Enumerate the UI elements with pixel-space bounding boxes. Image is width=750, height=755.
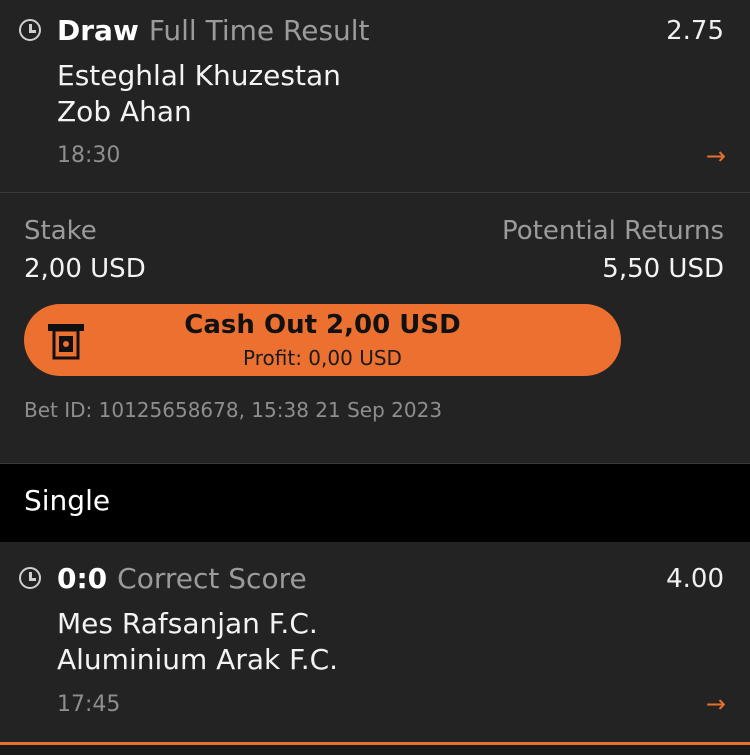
- market-name: Correct Score: [117, 562, 307, 595]
- selection-name: Draw: [57, 14, 139, 47]
- away-team: Zob Ahan: [57, 95, 192, 128]
- odds-value: 2.75: [666, 16, 724, 46]
- odds-value: 4.00: [666, 564, 724, 594]
- bet-card-2[interactable]: 0:0 Correct Score 4.00 Mes Rafsanjan F.C.…: [0, 542, 750, 745]
- home-team: Mes Rafsanjan F.C.: [57, 607, 318, 640]
- profit-label: Profit: 0,00 USD: [243, 346, 402, 370]
- selection-name: 0:0: [57, 562, 108, 595]
- home-team: Esteghlal Khuzestan: [57, 59, 341, 92]
- stake-value: 2,00 USD: [24, 254, 146, 284]
- clock-icon: [19, 19, 41, 41]
- market-name: Full Time Result: [148, 14, 370, 47]
- section-title: Single: [24, 484, 111, 517]
- bet-card-1[interactable]: Draw Full Time Result 2.75 Esteghlal Khuz…: [0, 0, 750, 192]
- stake-label: Stake: [24, 216, 97, 246]
- away-team: Aluminium Arak F.C.: [57, 643, 339, 676]
- cash-out-button[interactable]: Cash Out 2,00 USD Profit: 0,00 USD: [24, 304, 621, 376]
- returns-label: Potential Returns: [502, 216, 724, 246]
- bottom-edge: [0, 745, 750, 755]
- clock-icon: [19, 567, 41, 589]
- cash-out-label: Cash Out 2,00 USD: [184, 310, 461, 340]
- returns-value: 5,50 USD: [602, 254, 724, 284]
- selection-line: 0:0 Correct Score: [57, 562, 307, 596]
- arrow-right-icon[interactable]: →: [706, 144, 726, 168]
- match-time: 17:45: [57, 692, 121, 717]
- bet-id: Bet ID: 10125658678, 15:38 21 Sep 2023: [24, 398, 443, 422]
- selection-line: Draw Full Time Result: [57, 14, 370, 48]
- match-time: 18:30: [57, 143, 121, 168]
- arrow-right-icon[interactable]: →: [706, 692, 726, 716]
- section-header: [0, 464, 750, 542]
